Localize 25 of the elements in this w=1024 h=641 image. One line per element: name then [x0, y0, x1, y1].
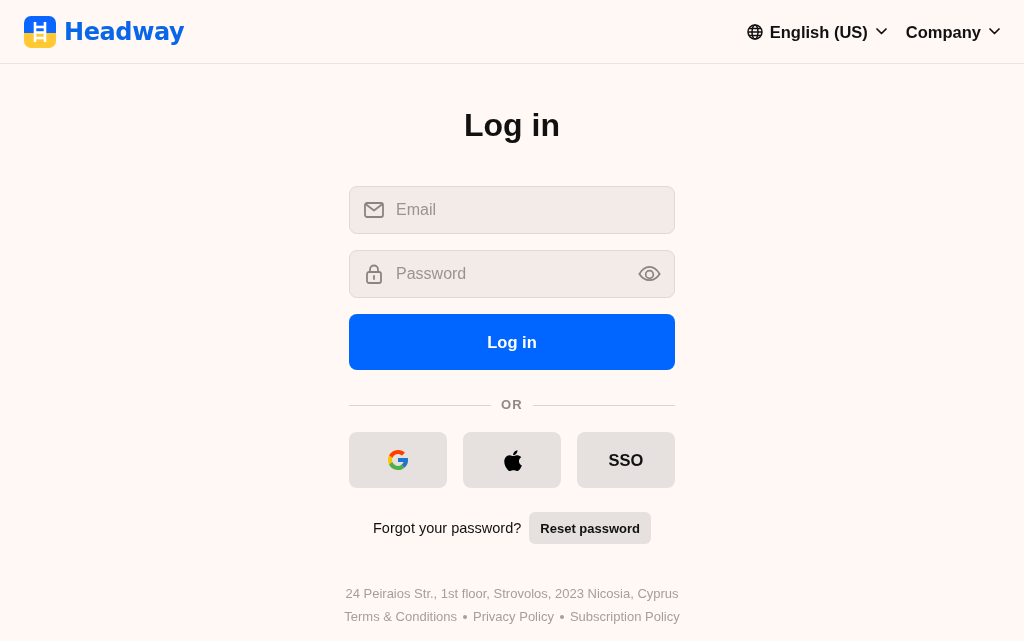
- apple-login-button[interactable]: [463, 432, 561, 488]
- menu-dropdown[interactable]: English (US): [746, 20, 887, 43]
- menu-dropdown[interactable]: Company: [905, 20, 1000, 43]
- caret-icon: [989, 28, 1000, 35]
- sso-login-button[interactable]: SSO: [577, 432, 675, 488]
- caret-icon: [875, 28, 887, 35]
- company-address: 24 Peiraios Str., 1st floor, Strovolos, 2023 Nicosia, Cyprus: [345, 585, 679, 603]
- password-field[interactable]: Password: [349, 250, 675, 298]
- ladder-logo-icon: [24, 15, 56, 48]
- bullet-icon: [463, 615, 467, 619]
- email-field[interactable]: Email: [349, 186, 675, 234]
- page-title: Log in: [464, 106, 560, 145]
- envelope-icon: [364, 202, 384, 218]
- bullet-icon: [559, 615, 564, 619]
- brand-name: Headway: [64, 16, 185, 47]
- google-g-icon: [388, 450, 408, 470]
- divider-label: OR: [501, 396, 523, 414]
- globe-icon: [746, 23, 763, 40]
- apple-icon: [502, 449, 522, 471]
- lock-icon: [366, 264, 382, 284]
- google-login-button[interactable]: [349, 432, 447, 488]
- forgot-password-text: Forgot your password?: [373, 520, 522, 536]
- login-button[interactable]: Log in: [349, 314, 675, 370]
- eye-icon[interactable]: [638, 265, 661, 282]
- reset-password-button[interactable]: Reset password: [529, 512, 651, 544]
